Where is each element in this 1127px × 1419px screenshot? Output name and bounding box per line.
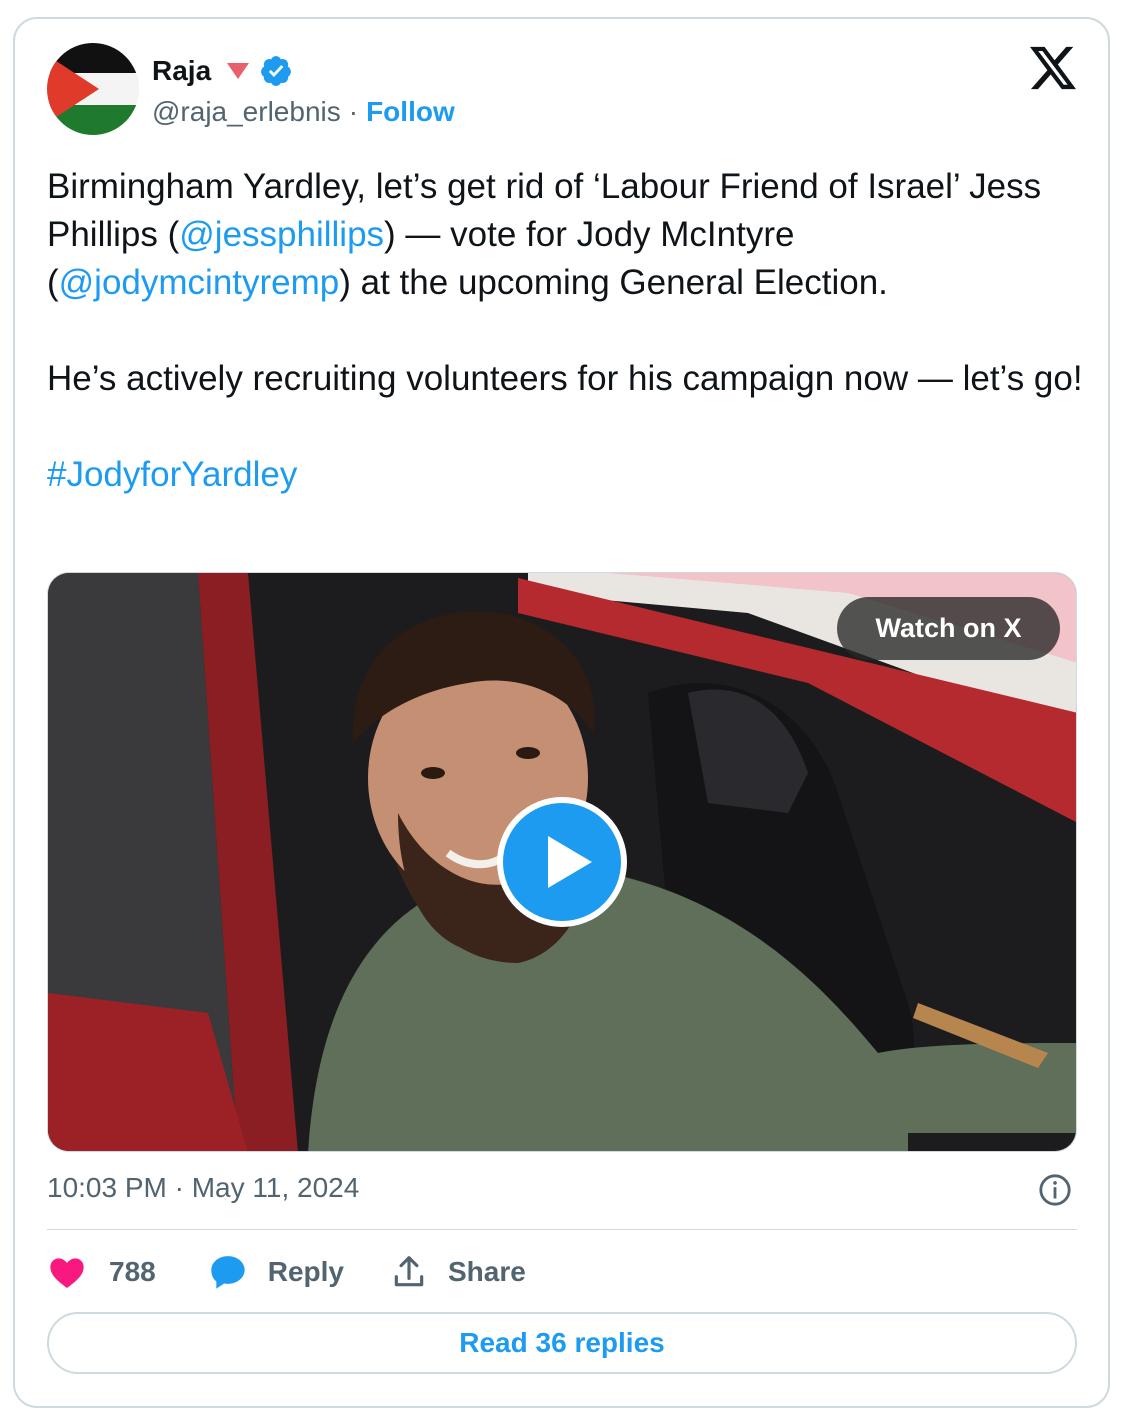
tweet-paragraph-2: He’s actively recruiting volunteers for … (47, 359, 1083, 398)
play-icon (548, 836, 592, 888)
follow-button[interactable]: Follow (366, 96, 455, 128)
palestine-flag-avatar (47, 43, 139, 135)
heart-icon (50, 1258, 84, 1288)
tweet-timestamp[interactable]: 10:03 PM · May 11, 2024 (47, 1172, 359, 1204)
author-handle[interactable]: @raja_erlebnis (152, 96, 341, 128)
tweet-paragraph-1: Birmingham Yardley, let’s get rid of ‘La… (47, 163, 1087, 307)
share-label: Share (447, 1256, 526, 1287)
x-logo-icon[interactable] (1030, 46, 1076, 90)
read-replies-button[interactable]: Read 36 replies (47, 1312, 1077, 1374)
red-triangle-icon (227, 63, 250, 79)
like-count: 788 (109, 1256, 156, 1287)
verified-badge-icon (261, 56, 292, 86)
play-button[interactable] (497, 797, 627, 927)
share-upload-icon (394, 1256, 424, 1287)
hashtag-link[interactable]: #JodyforYardley (47, 455, 297, 494)
separator-dot: · (348, 96, 359, 127)
mention-jodymcintyremp-link[interactable]: @jodymcintyremp (59, 263, 340, 302)
info-icon[interactable] (1038, 1173, 1072, 1207)
like-button[interactable]: 788 (47, 1252, 156, 1292)
tweet-text: Birmingham Yardley, let’s get rid of ‘La… (47, 163, 1087, 499)
divider (47, 1229, 1077, 1230)
mention-jessphillips-link[interactable]: @jessphillips (179, 215, 384, 254)
author-name-row: Raja (152, 52, 293, 90)
share-button[interactable]: Share (390, 1253, 526, 1291)
action-bar: 788 Reply Share (47, 1248, 526, 1296)
reply-label: Reply (267, 1256, 344, 1287)
reply-button[interactable]: Reply (208, 1252, 344, 1292)
tweet-text-segment: ) at the upcoming General Election. (339, 263, 888, 302)
reply-bubble-icon (211, 1256, 245, 1289)
avatar[interactable] (47, 43, 139, 135)
watch-on-x-button[interactable]: Watch on X (837, 597, 1060, 660)
author-display-name[interactable]: Raja (152, 55, 211, 87)
tweet-paragraph-3: #JodyforYardley (47, 451, 1087, 499)
author-handle-row: @raja_erlebnis · Follow (152, 96, 455, 128)
